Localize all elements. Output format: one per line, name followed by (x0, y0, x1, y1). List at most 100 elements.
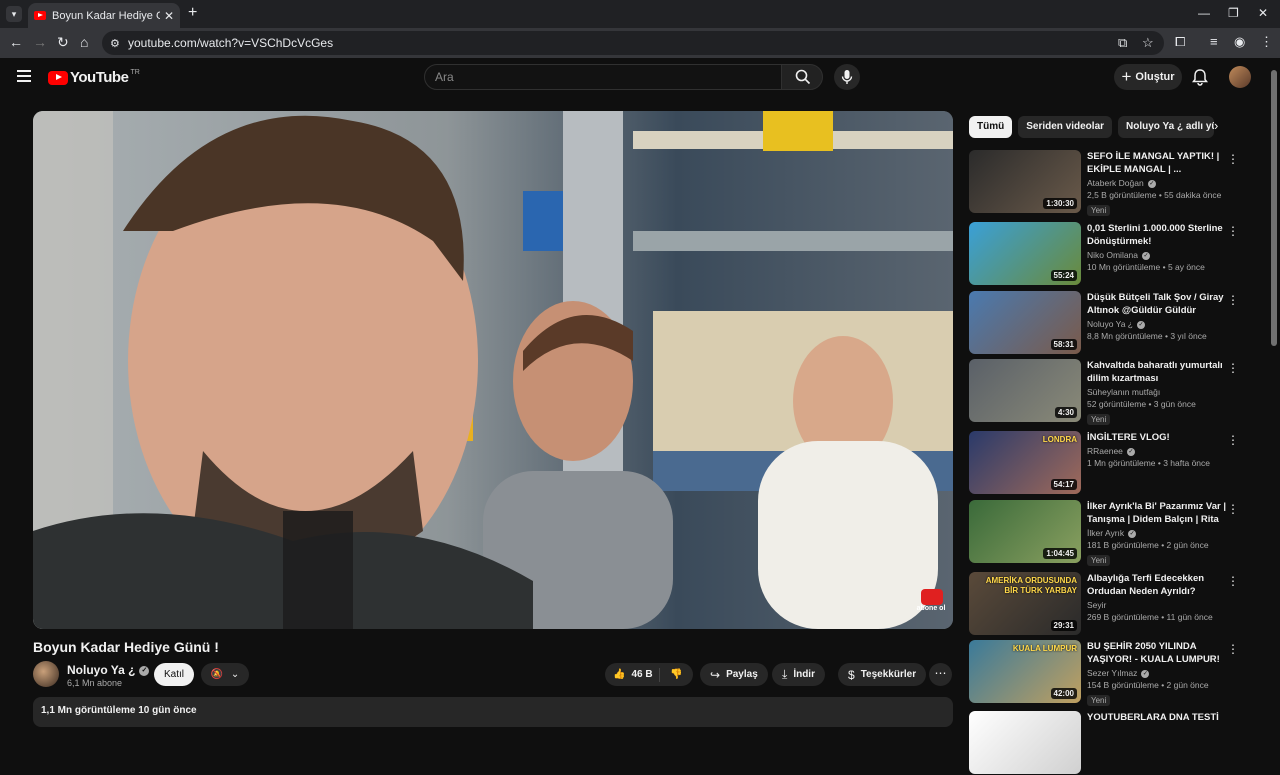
voice-search-button[interactable] (834, 64, 860, 90)
video-title[interactable]: Kahvaltıda baharatlı yumurtalı dilim kız… (1087, 359, 1227, 385)
extensions-icon[interactable]: ⧠ (1175, 34, 1185, 50)
channel-name-text: Seyir (1087, 600, 1107, 610)
chip-uploader[interactable]: Noluyo Ya ¿ adlı yükleyiciden (1118, 116, 1215, 138)
video-player[interactable]: abone ol (33, 111, 953, 629)
share-icon: ↪ (710, 667, 721, 682)
video-title[interactable]: İlker Ayrık'la Bi' Pazarımız Var | Tanış… (1087, 500, 1227, 526)
subscribed-notification-button[interactable]: 🔕 ⌄ (201, 663, 249, 686)
video-info: Düşük Bütçeli Talk Şov / Giray Altınok @… (1087, 291, 1227, 341)
video-thumbnail[interactable]: 29:31 AMERİKA ORDUSUNDA BİR TÜRK YARBAY (969, 572, 1081, 635)
new-tab-button[interactable]: + (188, 4, 197, 22)
bookmark-star-icon[interactable]: ☆ (1142, 35, 1154, 51)
tab-search-button[interactable]: ▾ (6, 6, 22, 22)
video-thumbnail[interactable]: 4:30 (969, 359, 1081, 422)
account-avatar[interactable] (1229, 66, 1251, 88)
channel-name[interactable]: Niko Omilana ✓ (1087, 250, 1227, 260)
chip-all[interactable]: Tümü (969, 116, 1013, 138)
download-button[interactable]: ⤓ İndir (772, 663, 825, 686)
browser-tab-active[interactable]: Boyun Kadar Hediye Günü ! - YouTube ✕ (28, 3, 180, 28)
thanks-button[interactable]: $ Teşekkürler (838, 663, 927, 686)
new-badge: Yeni (1087, 695, 1111, 706)
site-info-icon[interactable]: ⚙ (110, 37, 120, 50)
media-controls-icon[interactable]: ≡ (1210, 34, 1218, 49)
subscribe-watermark[interactable]: abone ol (913, 605, 949, 612)
channel-name[interactable]: Noluyo Ya ¿ ✓ (1087, 319, 1227, 329)
video-title[interactable]: İNGİLTERE VLOG! (1087, 431, 1227, 444)
recommended-video[interactable]: 1:30:30 SEFO İLE MANGAL YAPTIK! | EKİPLE … (969, 150, 1249, 216)
video-thumbnail[interactable]: 42:00 KUALA LUMPUR (969, 640, 1081, 703)
chip-series[interactable]: Seriden videolar (1018, 116, 1113, 138)
chevron-right-icon[interactable]: › (1214, 118, 1218, 133)
recommended-video[interactable]: 4:30 Kahvaltıda baharatlı yumurtalı dilim… (969, 359, 1249, 425)
more-vertical-icon[interactable]: ⋮ (1227, 642, 1239, 656)
browser-menu-icon[interactable]: ⋮ (1260, 34, 1273, 50)
upload-age: 55 dakika önce (1164, 190, 1222, 200)
recommended-video[interactable]: YOUTUBERLARA DNA TESTİ (969, 711, 1249, 775)
recommended-video[interactable]: 29:31 AMERİKA ORDUSUNDA BİR TÜRK YARBAY Al… (969, 572, 1249, 636)
restore-icon[interactable]: ❐ (1228, 6, 1239, 20)
recommended-video[interactable]: 55:24 0,01 Sterlini 1.000.000 Sterline Dö… (969, 222, 1249, 286)
install-app-icon[interactable]: ⧉ (1118, 35, 1127, 51)
channel-name[interactable]: Ataberk Doğan ✓ (1087, 178, 1227, 188)
duration-badge: 4:30 (1054, 407, 1077, 418)
reload-icon[interactable]: ↻ (57, 34, 69, 51)
more-vertical-icon[interactable]: ⋮ (1227, 224, 1239, 238)
more-vertical-icon[interactable]: ⋮ (1227, 293, 1239, 307)
more-vertical-icon[interactable]: ⋮ (1227, 152, 1239, 166)
channel-name[interactable]: İlker Ayrık ✓ (1087, 528, 1227, 538)
recommended-video[interactable]: 58:31 Düşük Bütçeli Talk Şov / Giray Altı… (969, 291, 1249, 355)
create-button[interactable]: + Oluştur (1114, 64, 1182, 90)
video-thumbnail[interactable] (969, 711, 1081, 774)
video-title[interactable]: SEFO İLE MANGAL YAPTIK! | EKİPLE MANGAL … (1087, 150, 1227, 176)
share-button[interactable]: ↪ Paylaş (700, 663, 768, 686)
channel-name[interactable]: Noluyo Ya ¿ ✓ (67, 663, 150, 677)
video-title[interactable]: YOUTUBERLARA DNA TESTİ (1087, 711, 1227, 724)
recommended-video[interactable]: 1:04:45 İlker Ayrık'la Bi' Pazarımız Var … (969, 500, 1249, 566)
create-label: Oluştur (1135, 71, 1175, 83)
channel-name[interactable]: Süheylanın mutfağı (1087, 387, 1227, 397)
join-button[interactable]: Katıl (154, 663, 194, 686)
close-window-icon[interactable]: ✕ (1258, 6, 1268, 20)
recommended-video[interactable]: 42:00 KUALA LUMPUR BU ŞEHİR 2050 YILINDA Y… (969, 640, 1249, 706)
description-box[interactable]: 1,1 Mn görüntüleme 10 gün önce (33, 697, 953, 727)
youtube-logo[interactable]: YouTube TR (48, 69, 140, 86)
dislike-button[interactable]: 👎 (660, 669, 693, 680)
search-box[interactable] (424, 64, 782, 90)
address-bar[interactable]: ⚙ youtube.com/watch?v=VSChDcVcGes ⧉ ☆ (102, 31, 1164, 55)
video-title[interactable]: 0,01 Sterlini 1.000.000 Sterline Dönüştü… (1087, 222, 1227, 248)
video-meta: 1 Mn görüntüleme • 3 hafta önce (1087, 458, 1211, 468)
video-thumbnail[interactable]: 55:24 (969, 222, 1081, 285)
video-thumbnail[interactable]: 1:30:30 (969, 150, 1081, 213)
more-vertical-icon[interactable]: ⋮ (1227, 361, 1239, 375)
page-scrollbar[interactable] (1271, 70, 1277, 346)
forward-icon[interactable]: → (33, 34, 47, 50)
channel-name[interactable]: Seyir (1087, 600, 1227, 610)
search-input[interactable] (425, 65, 781, 89)
video-thumbnail[interactable]: 1:04:45 (969, 500, 1081, 563)
video-title[interactable]: BU ŞEHİR 2050 YILINDA YAŞIYOR! - KUALA L… (1087, 640, 1227, 666)
profile-icon[interactable]: ◉ (1234, 34, 1245, 50)
search-button[interactable] (781, 64, 823, 90)
back-icon[interactable]: ← (9, 34, 23, 50)
recommended-video[interactable]: 54:17 LONDRA İNGİLTERE VLOG! RRaenee ✓ 1 Mn g… (969, 431, 1249, 495)
video-thumbnail[interactable]: 54:17 LONDRA (969, 431, 1081, 494)
channel-name[interactable]: Sezer Yılmaz ✓ (1087, 668, 1227, 678)
tab-close-icon[interactable]: ✕ (164, 9, 174, 23)
channel-avatar[interactable] (33, 661, 59, 687)
channel-name-text: Noluyo Ya ¿ (67, 663, 136, 677)
video-thumbnail[interactable]: 58:31 (969, 291, 1081, 354)
video-title[interactable]: Albaylığa Terfi Edecekken Ordudan Neden … (1087, 572, 1227, 598)
video-title[interactable]: Düşük Bütçeli Talk Şov / Giray Altınok @… (1087, 291, 1227, 317)
notifications-bell-icon[interactable] (1192, 68, 1208, 86)
plus-icon: + (1121, 67, 1132, 86)
minimize-icon[interactable]: — (1198, 6, 1210, 20)
more-vertical-icon[interactable]: ⋮ (1227, 433, 1239, 447)
upload-age: 11 gün önce (1166, 612, 1213, 622)
more-vertical-icon[interactable]: ⋮ (1227, 574, 1239, 588)
like-button[interactable]: 👍 46 B (605, 667, 660, 682)
more-actions-button[interactable]: ⋯ (929, 663, 952, 686)
home-icon[interactable]: ⌂ (80, 34, 88, 50)
channel-name[interactable]: RRaenee ✓ (1087, 446, 1227, 456)
menu-icon[interactable] (17, 70, 31, 82)
more-vertical-icon[interactable]: ⋮ (1227, 502, 1239, 516)
